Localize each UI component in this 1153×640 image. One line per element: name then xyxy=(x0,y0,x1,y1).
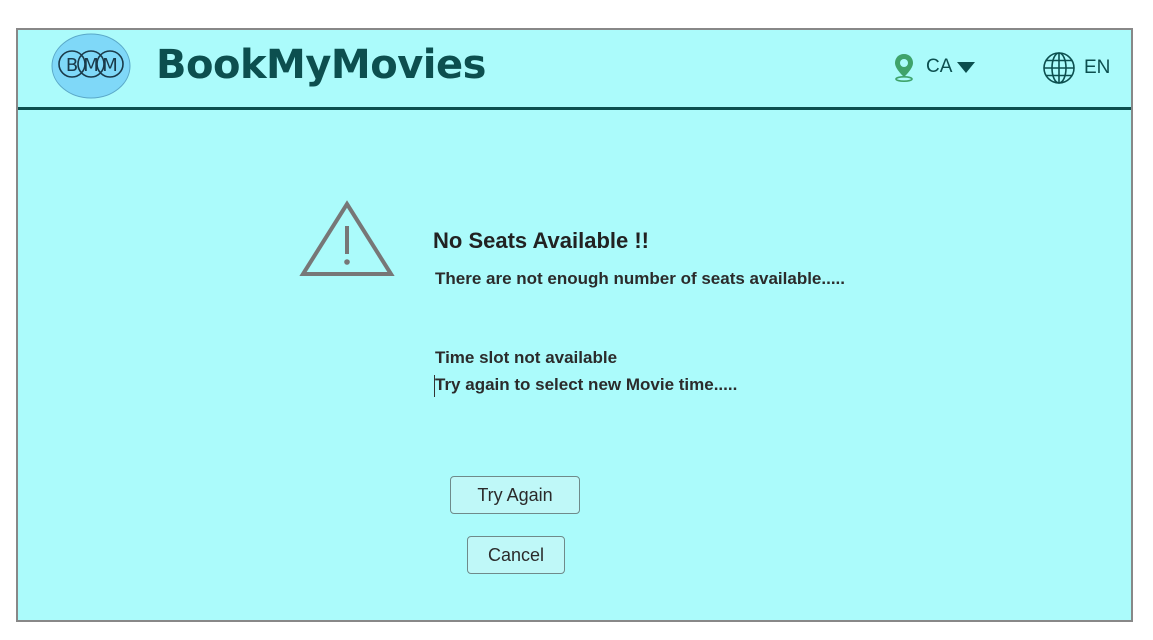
logo-letter-m2: M xyxy=(102,55,118,76)
app-window: B M M BookMyMovies CA EN No Seats Availa… xyxy=(16,28,1133,622)
dialog-message-seats: There are not enough number of seats ava… xyxy=(435,269,845,288)
brand-title: BookMyMovies xyxy=(156,42,486,88)
warning-triangle-icon xyxy=(299,200,395,276)
globe-icon xyxy=(1043,52,1075,84)
header-bar: B M M BookMyMovies CA EN xyxy=(18,30,1131,110)
logo-letter-m1: M xyxy=(83,55,99,76)
try-again-button[interactable]: Try Again xyxy=(450,476,580,514)
caret-down-icon xyxy=(957,62,976,73)
region-selector[interactable]: CA xyxy=(892,52,976,82)
language-code: EN xyxy=(1084,57,1111,78)
region-code: CA xyxy=(926,56,953,77)
language-selector[interactable]: EN xyxy=(1042,52,1111,84)
dialog-message-timeslot: Time slot not available xyxy=(435,348,618,367)
dialog-message-retry: Try again to select new Movie time..... xyxy=(435,375,738,394)
dialog-title: No Seats Available !! xyxy=(433,228,649,253)
location-pin-icon xyxy=(895,54,913,82)
bmm-logo-icon: B M M xyxy=(51,33,131,99)
logo-letter-b: B xyxy=(66,55,78,76)
cancel-button[interactable]: Cancel xyxy=(467,536,565,574)
